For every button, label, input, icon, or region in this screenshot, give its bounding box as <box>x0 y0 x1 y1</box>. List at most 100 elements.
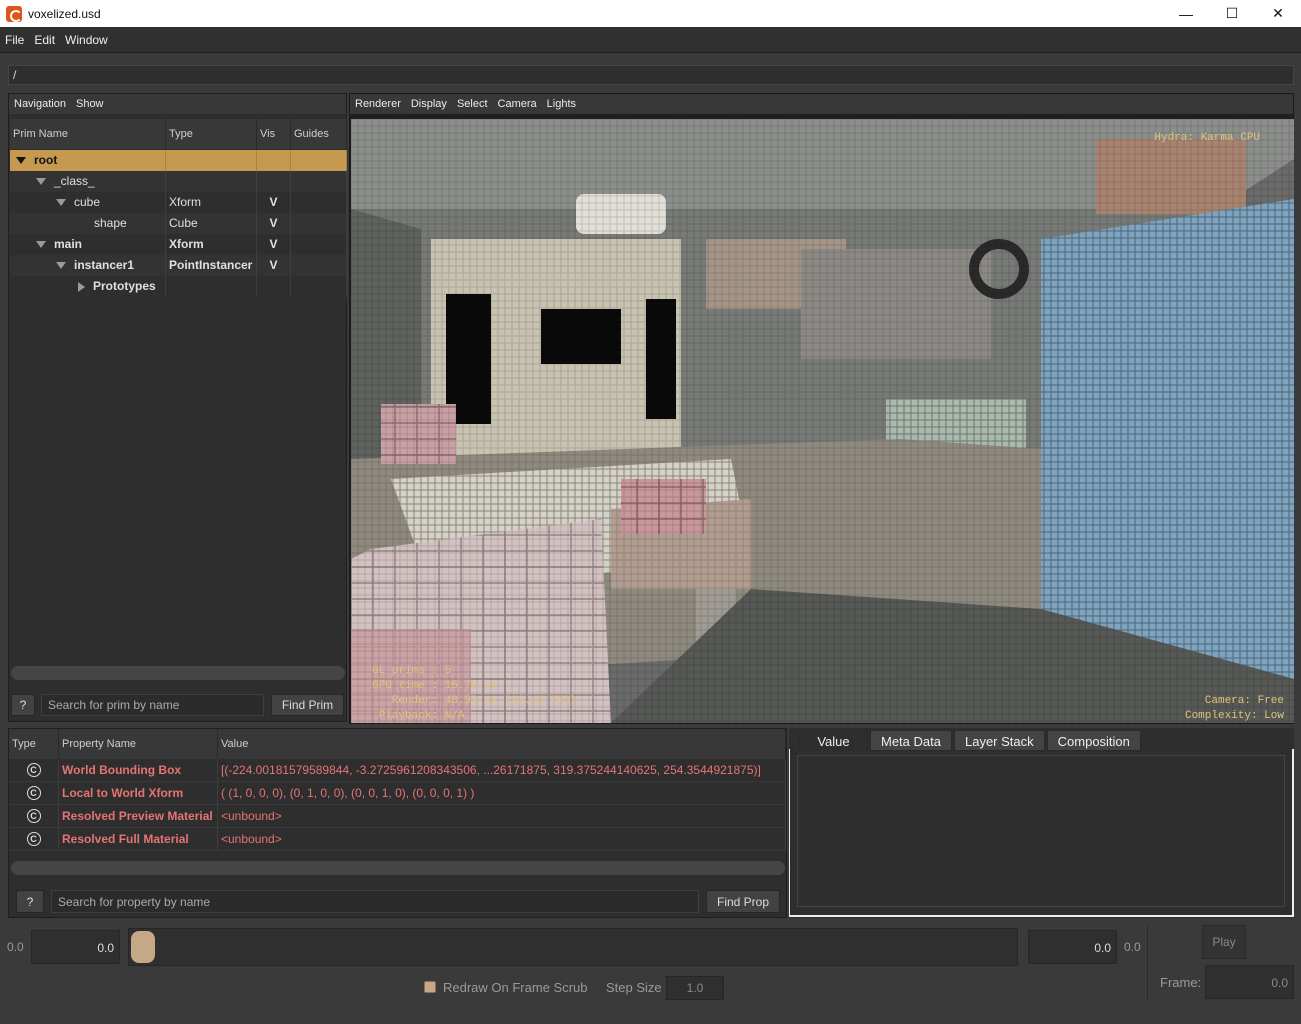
value-frame <box>789 749 1294 917</box>
3d-viewport-canvas[interactable]: Hydra: Karma CPU GL prims : 5 GPU time :… <box>351 119 1294 723</box>
minimize-icon[interactable]: — <box>1163 0 1209 27</box>
tree-row-class[interactable]: _class_ <box>10 171 347 192</box>
prim-tree-header: Prim Name Type Vis Guides <box>10 119 347 149</box>
prim-browser-panel: Navigation Show Prim Name Type Vis Guide… <box>8 93 347 722</box>
tree-row-main[interactable]: main Xform V <box>10 234 347 255</box>
column-prim-name[interactable]: Prim Name <box>10 119 166 149</box>
hud-stats: GL prims : 5 GPU time : 16.76 ms Render:… <box>372 665 577 722</box>
tree-row-instancer1[interactable]: instancer1 PointInstancer V <box>10 255 347 276</box>
property-row[interactable]: C World Bounding Box [(-224.001815795898… <box>9 759 786 782</box>
menu-select[interactable]: Select <box>457 98 488 110</box>
computed-property-icon: C <box>26 832 41 846</box>
find-prop-button[interactable]: Find Prop <box>706 890 780 913</box>
prim-search-input[interactable]: Search for prim by name <box>41 694 264 716</box>
maximize-icon[interactable]: ☐ <box>1209 0 1255 27</box>
tab-composition[interactable]: Composition <box>1046 730 1141 751</box>
frame-field[interactable]: 0.0 <box>1205 965 1294 999</box>
timeline-end-label: 0.0 <box>1124 940 1141 954</box>
step-size-label: Step Size <box>606 980 662 995</box>
play-button[interactable]: Play <box>1202 925 1246 959</box>
menu-lights[interactable]: Lights <box>547 98 576 110</box>
prim-help-button[interactable]: ? <box>11 694 35 716</box>
expand-arrow-icon[interactable] <box>16 157 26 164</box>
tab-layer-stack[interactable]: Layer Stack <box>953 730 1045 751</box>
column-property-name[interactable]: Property Name <box>59 729 218 759</box>
menu-renderer[interactable]: Renderer <box>355 98 401 110</box>
viewport-menu: Renderer Display Select Camera Lights <box>350 94 1293 114</box>
attribute-value-panel: Value Meta Data Layer Stack Composition <box>789 728 1294 918</box>
timeline-divider <box>1147 926 1148 1000</box>
prim-name: shape <box>94 216 127 230</box>
computed-property-icon: C <box>26 809 41 823</box>
computed-property-icon: C <box>26 763 41 777</box>
column-guides[interactable]: Guides <box>291 119 347 149</box>
redraw-label: Redraw On Frame Scrub <box>443 980 588 995</box>
expand-arrow-icon[interactable] <box>56 199 66 206</box>
tree-row-prototypes[interactable]: Prototypes <box>10 276 347 297</box>
window-title: voxelized.usd <box>28 6 101 21</box>
hud-camera: Camera: Free Complexity: Low <box>1184 695 1284 722</box>
expand-arrow-icon[interactable] <box>36 178 46 185</box>
property-row[interactable]: C Local to World Xform ( (1, 0, 0, 0), (… <box>9 782 786 805</box>
window-controls: — ☐ ✕ <box>1163 0 1301 27</box>
column-type[interactable]: Type <box>9 729 59 759</box>
prim-name: _class_ <box>54 174 95 188</box>
frame-slider-track[interactable] <box>128 928 1018 966</box>
prim-tree-scrollbar[interactable] <box>11 666 345 680</box>
expand-arrow-icon[interactable] <box>36 241 46 248</box>
property-value: <unbound> <box>218 828 786 850</box>
menu-file[interactable]: File <box>5 33 24 47</box>
houdini-app-icon <box>6 5 22 22</box>
computed-property-icon: C <box>26 786 41 800</box>
prim-name: cube <box>74 195 101 209</box>
hud-renderer: Hydra: Karma CPU <box>1154 132 1260 144</box>
tree-row-cube[interactable]: cube Xform V <box>10 192 347 213</box>
property-row[interactable]: C Resolved Full Material <unbound> <box>9 828 786 851</box>
property-scrollbar[interactable] <box>11 861 785 875</box>
prim-name: instancer1 <box>74 258 135 272</box>
timeline-end-field[interactable]: 0.0 <box>1028 930 1117 964</box>
property-search-input[interactable]: Search for property by name <box>51 890 699 913</box>
expand-arrow-icon[interactable] <box>56 262 66 269</box>
property-name: Resolved Full Material <box>59 828 218 850</box>
property-name: Local to World Xform <box>59 782 218 804</box>
menu-show[interactable]: Show <box>76 98 104 110</box>
menu-window[interactable]: Window <box>65 33 108 47</box>
menu-camera[interactable]: Camera <box>498 98 537 110</box>
property-row[interactable]: C Resolved Preview Material <unbound> <box>9 805 786 828</box>
prim-path-field[interactable]: / <box>8 65 1294 85</box>
menu-navigation[interactable]: Navigation <box>14 98 66 110</box>
close-icon[interactable]: ✕ <box>1255 0 1301 27</box>
property-help-button[interactable]: ? <box>16 890 44 913</box>
column-value[interactable]: Value <box>218 729 786 759</box>
collapse-arrow-icon[interactable] <box>78 281 85 292</box>
menu-edit[interactable]: Edit <box>34 33 55 47</box>
tab-value[interactable]: Value <box>799 730 868 751</box>
tab-meta-data[interactable]: Meta Data <box>870 730 952 751</box>
prim-name: main <box>54 237 83 251</box>
prim-name: Prototypes <box>93 279 156 293</box>
frame-slider-handle[interactable] <box>131 931 155 963</box>
property-name: World Bounding Box <box>59 759 218 781</box>
tree-row-shape[interactable]: shape Cube V <box>10 213 347 234</box>
column-vis[interactable]: Vis <box>257 119 291 149</box>
value-tabs: Value Meta Data Layer Stack Composition <box>789 728 1294 751</box>
redraw-checkbox[interactable] <box>424 981 436 993</box>
menu-bar: File Edit Window <box>0 27 1301 53</box>
prim-panel-menu: Navigation Show <box>9 94 346 114</box>
property-value: <unbound> <box>218 805 786 827</box>
step-size-field[interactable]: 1.0 <box>666 976 724 1000</box>
frame-label: Frame: <box>1160 975 1202 990</box>
timeline-start-field[interactable]: 0.0 <box>31 930 120 964</box>
viewport-panel: Renderer Display Select Camera Lights Hy… <box>349 93 1294 724</box>
column-type[interactable]: Type <box>166 119 257 149</box>
prim-tree: root _class_ cube Xform V shape Cube V m… <box>10 150 347 297</box>
tree-row-root[interactable]: root <box>10 150 347 171</box>
prim-name: root <box>34 153 58 167</box>
property-value: ( (1, 0, 0, 0), (0, 1, 0, 0), (0, 0, 1, … <box>218 782 786 804</box>
property-name: Resolved Preview Material <box>59 805 218 827</box>
menu-display[interactable]: Display <box>411 98 447 110</box>
find-prim-button[interactable]: Find Prim <box>271 694 344 716</box>
property-value: [(-224.00181579589844, -3.27259612083435… <box>218 759 786 781</box>
property-table-header: Type Property Name Value <box>9 729 786 759</box>
